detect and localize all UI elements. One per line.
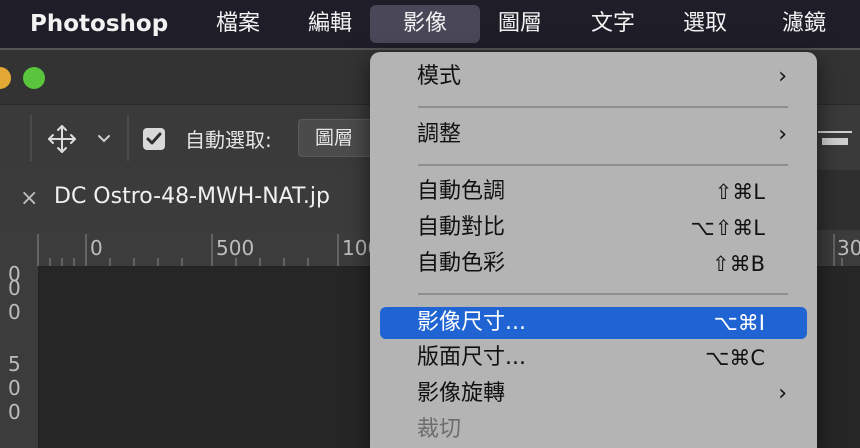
minimize-button[interactable] xyxy=(0,67,11,89)
menu-item-label: 自動色彩 xyxy=(417,251,506,276)
menu-item-label: 自動對比 xyxy=(417,215,506,240)
submenu-arrow-icon: › xyxy=(778,64,787,89)
vertical-ruler: 0 0 0 5 0 0 xyxy=(0,262,39,448)
menu-item-image-size[interactable]: 影像尺寸... ⌥⌘I xyxy=(380,307,807,339)
zoom-button[interactable] xyxy=(23,67,45,89)
toolbar-divider xyxy=(127,115,129,161)
menu-item-label: 影像尺寸... xyxy=(417,310,526,335)
ruler-label: 0 xyxy=(8,300,21,324)
auto-select-label: 自動選取: xyxy=(185,128,272,152)
menu-item-auto-color[interactable]: 自動色彩 ⇧⌘B xyxy=(380,248,807,280)
ruler-label: 0 xyxy=(8,376,21,400)
menu-item-shortcut: ⇧⌘L xyxy=(714,180,765,204)
menu-item-label: 調整 xyxy=(417,122,462,147)
menu-item-label: 模式 xyxy=(417,64,462,89)
menu-select[interactable]: 選取 xyxy=(667,5,743,43)
chevron-down-icon[interactable] xyxy=(96,131,112,147)
toolbar-divider xyxy=(30,115,32,161)
menu-item-image-rotation[interactable]: 影像旋轉 › xyxy=(380,378,807,410)
align-icon[interactable] xyxy=(818,129,852,149)
ruler-label: 30 xyxy=(837,236,860,260)
checkmark-icon xyxy=(146,132,162,145)
menu-item-mode[interactable]: 模式 › xyxy=(380,61,807,93)
menu-photoshop[interactable]: Photoshop xyxy=(14,5,184,43)
submenu-arrow-icon: › xyxy=(778,122,787,147)
menu-item-shortcut: ⌥⌘I xyxy=(713,311,765,335)
menu-separator xyxy=(418,293,788,295)
menu-item-adjustments[interactable]: 調整 › xyxy=(380,119,807,151)
menu-item-shortcut: ⌥⇧⌘L xyxy=(690,216,766,240)
menu-item-label: 自動色調 xyxy=(417,179,506,204)
ruler-label: 0 xyxy=(8,276,21,300)
menu-item-shortcut: ⇧⌘B xyxy=(711,252,765,276)
menu-type[interactable]: 文字 xyxy=(575,5,651,43)
ruler-label: 0 xyxy=(8,400,21,424)
image-menu-dropdown: 模式 › 調整 › 自動色調 ⇧⌘L 自動對比 ⌥⇧⌘L 自動色彩 ⇧⌘B 影像… xyxy=(370,52,817,448)
document-title: DC Ostro-48-MWH-NAT.jp xyxy=(54,184,330,209)
menu-item-canvas-size[interactable]: 版面尺寸... ⌥⌘C xyxy=(380,342,807,374)
menu-separator xyxy=(418,164,788,166)
menu-item-crop: 裁切 xyxy=(380,414,807,446)
auto-select-target-dropdown[interactable]: 圖層 xyxy=(298,119,378,157)
menu-file[interactable]: 檔案 xyxy=(200,5,276,43)
menu-image[interactable]: 影像 xyxy=(370,5,480,43)
ruler-label: 0 xyxy=(90,236,103,260)
menu-separator xyxy=(418,106,788,108)
close-tab-icon[interactable]: × xyxy=(20,186,38,211)
menu-edit[interactable]: 編輯 xyxy=(292,5,368,43)
ruler-label: 500 xyxy=(216,236,255,260)
menu-item-auto-contrast[interactable]: 自動對比 ⌥⇧⌘L xyxy=(380,212,807,244)
document-tab[interactable]: × DC Ostro-48-MWH-NAT.jp xyxy=(0,170,372,230)
menu-item-shortcut: ⌥⌘C xyxy=(705,346,765,370)
menu-item-label: 裁切 xyxy=(417,417,462,442)
system-menubar: Photoshop 檔案 編輯 影像 圖層 文字 選取 濾鏡 xyxy=(0,0,860,48)
submenu-arrow-icon: › xyxy=(778,381,787,406)
menu-layer[interactable]: 圖層 xyxy=(482,5,558,43)
menu-item-auto-tone[interactable]: 自動色調 ⇧⌘L xyxy=(380,176,807,208)
menu-item-label: 影像旋轉 xyxy=(417,381,506,406)
ruler-label: 5 xyxy=(8,352,21,376)
menu-item-label: 版面尺寸... xyxy=(417,345,526,370)
move-arrows-icon[interactable] xyxy=(46,123,78,155)
auto-select-checkbox[interactable] xyxy=(143,128,165,150)
menu-filter[interactable]: 濾鏡 xyxy=(762,5,846,43)
